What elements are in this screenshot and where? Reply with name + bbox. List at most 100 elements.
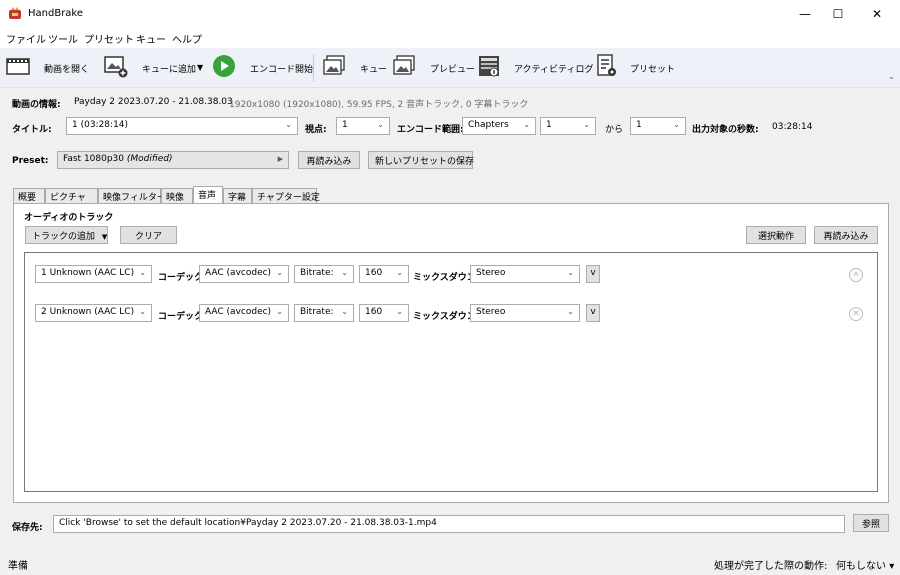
track-1-mixdown-select[interactable]: Stereo ⌄ bbox=[470, 265, 580, 283]
track-2-mixdown-select[interactable]: Stereo ⌄ bbox=[470, 304, 580, 322]
tab-audio[interactable]: 音声 bbox=[193, 186, 223, 203]
track-1-bitrate-value: 160 bbox=[365, 268, 383, 278]
selection-behavior-button[interactable]: 選択動作 bbox=[746, 226, 806, 244]
menu-help[interactable]: ヘルプ bbox=[172, 31, 202, 46]
browse-button[interactable]: 参照 bbox=[853, 514, 889, 532]
activity-log-icon[interactable] bbox=[477, 54, 501, 78]
open-source-icon[interactable] bbox=[6, 54, 30, 78]
destination-label: 保存先: bbox=[12, 523, 43, 533]
status-text: 準備 bbox=[8, 561, 28, 572]
when-done-value: 何もしない bbox=[836, 561, 886, 572]
track-2-bitrate-mode-value: Bitrate: bbox=[300, 307, 334, 317]
tab-picture[interactable]: ピクチャ bbox=[45, 188, 98, 203]
chevron-down-icon: ⌄ bbox=[567, 268, 574, 277]
preview-icon[interactable] bbox=[392, 54, 416, 78]
preview-button[interactable]: プレビュー bbox=[430, 62, 475, 75]
close-button[interactable]: ✕ bbox=[854, 0, 900, 28]
handbrake-logo-icon bbox=[9, 7, 21, 19]
chevron-down-icon: ⌄ bbox=[341, 268, 348, 277]
track-2-bitrate-select[interactable]: 160 ⌄ bbox=[359, 304, 409, 322]
range-type-select[interactable]: Chapters ⌄ bbox=[462, 117, 536, 135]
start-encode-button[interactable]: エンコード開始 bbox=[250, 62, 313, 75]
track-2-codec-value: AAC (avcodec) bbox=[205, 307, 272, 317]
tab-chapters[interactable]: チャプター設定 bbox=[252, 188, 320, 203]
source-details: 1920x1080 (1920x1080), 59.95 FPS, 2 音声トラ… bbox=[229, 100, 529, 110]
menu-queue[interactable]: キュー bbox=[136, 31, 166, 46]
preset-label: Preset: bbox=[12, 156, 49, 166]
track-2-codec-label: コーデック bbox=[158, 312, 204, 322]
window-title: HandBrake bbox=[28, 8, 84, 19]
angle-label: 視点: bbox=[305, 125, 327, 135]
audio-section-title: オーディオのトラック bbox=[24, 213, 114, 223]
tab-summary[interactable]: 概要 bbox=[13, 188, 45, 203]
range-end-select[interactable]: 1 ⌄ bbox=[630, 117, 686, 135]
track-2-mixdown-label: ミックスダウン bbox=[413, 312, 476, 322]
add-track-dropdown-icon: ▼ bbox=[101, 233, 108, 241]
save-new-preset-button[interactable]: 新しいプリセットの保存 bbox=[368, 151, 474, 169]
queue-button[interactable]: キュー bbox=[360, 62, 387, 75]
play-icon[interactable] bbox=[212, 54, 236, 78]
range-label: エンコード範囲: bbox=[397, 125, 464, 135]
activity-log-button[interactable]: アクティビティログ bbox=[514, 62, 593, 75]
angle-select[interactable]: 1 ⌄ bbox=[336, 117, 390, 135]
tab-video[interactable]: 映像 bbox=[161, 188, 193, 203]
chevron-down-icon: ⌄ bbox=[567, 307, 574, 316]
tab-video-filters[interactable]: 映像フィルター bbox=[98, 188, 166, 203]
chevron-down-icon: ⌄ bbox=[276, 268, 283, 277]
preset-value: Fast 1080p30 bbox=[63, 154, 125, 164]
tab-subtitles[interactable]: 字幕 bbox=[223, 188, 252, 203]
chevron-down-icon: ⌄ bbox=[523, 120, 530, 129]
track-2-source-select[interactable]: 2 Unknown (AAC LC) ⌄ bbox=[35, 304, 152, 322]
reload-audio-button[interactable]: 再読み込み bbox=[814, 226, 878, 244]
add-to-queue-dropdown-icon[interactable]: ▼ bbox=[197, 63, 203, 72]
track-2-expand-button[interactable]: v bbox=[586, 304, 600, 322]
range-from-label: から bbox=[605, 125, 624, 135]
track-2-bitrate-mode-select[interactable]: Bitrate: ⌄ bbox=[294, 304, 354, 322]
menu-file[interactable]: ファイル bbox=[6, 31, 46, 46]
add-track-label: トラックの追加 bbox=[32, 232, 96, 242]
range-start-select[interactable]: 1 ⌄ bbox=[540, 117, 596, 135]
preset-selector[interactable]: Fast 1080p30 (Modified) ▶ bbox=[57, 151, 289, 169]
add-to-queue-button[interactable]: キューに追加 bbox=[142, 62, 196, 75]
queue-icon[interactable] bbox=[322, 54, 346, 78]
duration-value: 03:28:14 bbox=[772, 122, 813, 132]
track-1-codec-select[interactable]: AAC (avcodec) ⌄ bbox=[199, 265, 289, 283]
track-1-source-select[interactable]: 1 Unknown (AAC LC) ⌄ bbox=[35, 265, 152, 283]
track-1-source-value: 1 Unknown (AAC LC) bbox=[41, 268, 135, 278]
when-done-label: 処理が完了した際の動作: bbox=[714, 561, 828, 572]
add-to-queue-icon[interactable] bbox=[104, 54, 128, 78]
toolbar-separator bbox=[313, 54, 314, 82]
presets-button[interactable]: プリセット bbox=[630, 62, 675, 75]
track-1-expand-button[interactable]: v bbox=[586, 265, 600, 283]
presets-icon[interactable] bbox=[594, 54, 618, 78]
menu-tools[interactable]: ツール bbox=[48, 31, 78, 46]
chevron-down-icon: ⌄ bbox=[377, 120, 384, 129]
track-2-bitrate-value: 160 bbox=[365, 307, 383, 317]
track-2-codec-select[interactable]: AAC (avcodec) ⌄ bbox=[199, 304, 289, 322]
destination-input[interactable]: Click 'Browse' to set the default locati… bbox=[53, 515, 845, 533]
title-select[interactable]: 1 (03:28:14) ⌄ bbox=[66, 117, 298, 135]
toolbar-overflow-icon[interactable]: ⌄ bbox=[888, 72, 895, 81]
range-type-value: Chapters bbox=[468, 120, 509, 130]
track-1-bitrate-select[interactable]: 160 ⌄ bbox=[359, 265, 409, 283]
track-2-mixdown-value: Stereo bbox=[476, 307, 506, 317]
preset-modified-tag: (Modified) bbox=[126, 154, 173, 164]
track-1-mixdown-value: Stereo bbox=[476, 268, 506, 278]
chevron-down-icon: ⌄ bbox=[285, 120, 292, 129]
open-source-button[interactable]: 動画を開く bbox=[44, 62, 89, 75]
chevron-down-icon: ⌄ bbox=[583, 120, 590, 129]
add-track-button[interactable]: トラックの追加 ▼ bbox=[25, 226, 108, 244]
clear-tracks-button[interactable]: クリア bbox=[120, 226, 177, 244]
duration-label: 出力対象の秒数: bbox=[692, 125, 759, 135]
status-bar: 準備 処理が完了した際の動作: 何もしない ▾ bbox=[0, 550, 900, 575]
reload-preset-button[interactable]: 再読み込み bbox=[298, 151, 360, 169]
angle-select-value: 1 bbox=[342, 120, 348, 130]
menu-presets[interactable]: プリセット bbox=[84, 31, 134, 46]
chevron-down-icon: ⌄ bbox=[396, 307, 403, 316]
when-done-dropdown[interactable]: 何もしない ▾ bbox=[836, 557, 894, 572]
track-1-bitrate-mode-value: Bitrate: bbox=[300, 268, 334, 278]
track-1-remove-icon[interactable]: ✕ bbox=[849, 268, 863, 282]
track-2-remove-icon[interactable]: ✕ bbox=[849, 307, 863, 321]
track-1-bitrate-mode-select[interactable]: Bitrate: ⌄ bbox=[294, 265, 354, 283]
chevron-down-icon: ⌄ bbox=[341, 307, 348, 316]
